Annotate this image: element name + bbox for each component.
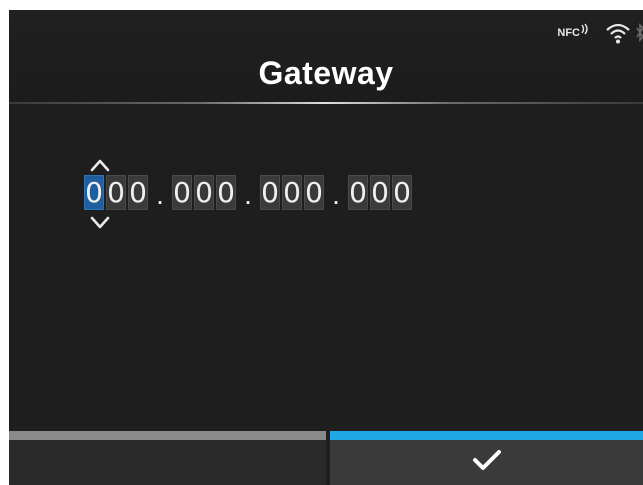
- confirm-softkey-bar: [330, 431, 643, 440]
- gateway-address-input[interactable]: 0 0 0 . 0 0 0 . 0 0 0 . 0 0 0: [84, 175, 414, 210]
- ip-digit[interactable]: 0: [106, 175, 126, 210]
- ip-digit[interactable]: 0: [194, 175, 214, 210]
- ip-separator: .: [156, 179, 164, 210]
- ip-digit[interactable]: 0: [260, 175, 280, 210]
- bluetooth-icon: [636, 23, 643, 42]
- check-icon: [473, 450, 501, 470]
- ip-entry-panel: 0 0 0 . 0 0 0 . 0 0 0 . 0 0 0: [9, 106, 643, 426]
- ip-digit[interactable]: 0: [304, 175, 324, 210]
- left-softkey-bar: [9, 431, 326, 440]
- ip-separator: .: [332, 179, 340, 210]
- page-title: Gateway: [258, 55, 394, 91]
- ip-digit[interactable]: 0: [348, 175, 368, 210]
- confirm-button[interactable]: [330, 431, 643, 485]
- decrement-arrow-icon[interactable]: [89, 216, 111, 230]
- nfc-waves-icon: [581, 23, 588, 35]
- ip-digit[interactable]: 0: [172, 175, 192, 210]
- nfc-icon: NFC: [557, 23, 591, 39]
- printer-screen: Gateway NFC 0 0 0 . 0 0 0 . 0 0 0 . 0 0 …: [9, 10, 643, 485]
- ip-digit[interactable]: 0: [282, 175, 302, 210]
- ip-separator: .: [244, 179, 252, 210]
- ip-digit[interactable]: 0: [128, 175, 148, 210]
- increment-arrow-icon[interactable]: [89, 158, 111, 172]
- wifi-icon: [606, 23, 630, 44]
- header-divider: [9, 102, 643, 104]
- ip-digit[interactable]: 0: [370, 175, 390, 210]
- ip-digit-selected[interactable]: 0: [84, 175, 104, 210]
- ip-digit[interactable]: 0: [216, 175, 236, 210]
- left-softkey-button[interactable]: [9, 431, 326, 485]
- ip-digit[interactable]: 0: [392, 175, 412, 210]
- footer-buttons: [9, 431, 643, 485]
- status-icons: NFC: [557, 18, 643, 48]
- nfc-label: NFC: [557, 27, 580, 39]
- header: Gateway NFC: [9, 10, 643, 106]
